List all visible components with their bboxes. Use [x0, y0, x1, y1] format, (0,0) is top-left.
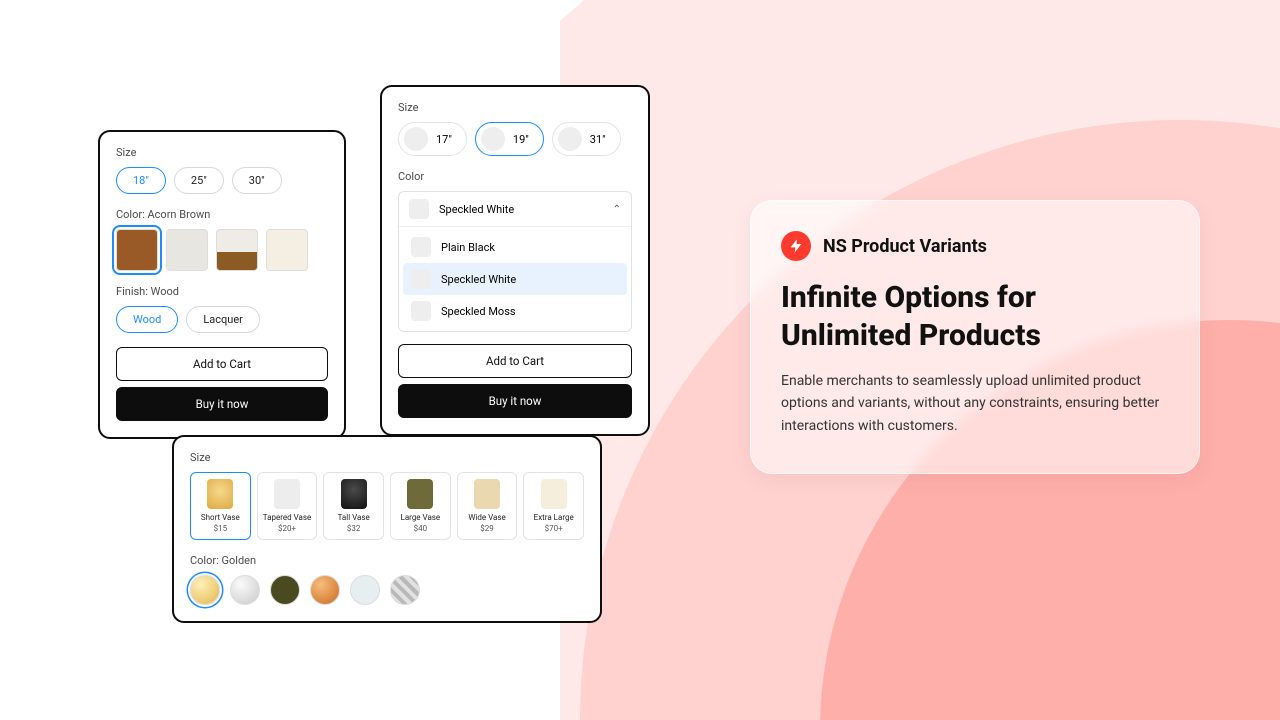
tile-extra-large[interactable]: Extra Large$70+: [523, 472, 584, 540]
finish-option-wood[interactable]: Wood: [116, 306, 178, 333]
color-thumb-icon: [409, 199, 429, 219]
color-thumb-icon: [411, 237, 431, 257]
finish-label: Finish: Wood: [116, 285, 328, 298]
color-label: Color: Golden: [190, 554, 584, 567]
finish-option-lacquer[interactable]: Lacquer: [186, 306, 260, 333]
description: Enable merchants to seamlessly upload un…: [781, 370, 1169, 437]
color-dropdown-list: Plain Black Speckled White Speckled Moss: [399, 226, 631, 331]
size-chip-19[interactable]: 19": [475, 122, 544, 156]
brand-name: NS Product Variants: [823, 236, 987, 257]
brand-logo-icon: [781, 231, 811, 261]
color-option-speckled-moss[interactable]: Speckled Moss: [403, 295, 627, 327]
variant-card-buttons: Size 18" 25" 30" Color: Acorn Brown Fini…: [98, 130, 346, 439]
tile-short-vase[interactable]: Short Vase$15: [190, 472, 251, 540]
color-circle-golden[interactable]: [190, 575, 220, 605]
color-swatch-acorn-brown[interactable]: [116, 229, 158, 271]
tile-large-vase[interactable]: Large Vase$40: [390, 472, 451, 540]
color-circle-copper[interactable]: [310, 575, 340, 605]
size-thumb-icon: [404, 127, 428, 151]
color-circle-pale[interactable]: [350, 575, 380, 605]
color-swatch-two-tone[interactable]: [216, 229, 258, 271]
size-label: Size: [116, 146, 328, 159]
vase-icon: [541, 479, 567, 509]
color-label: Color: Acorn Brown: [116, 208, 328, 221]
size-chip-17[interactable]: 17": [398, 122, 467, 156]
tile-wide-vase[interactable]: Wide Vase$29: [457, 472, 518, 540]
color-circle-silver[interactable]: [230, 575, 260, 605]
size-option-25[interactable]: 25": [174, 167, 224, 194]
color-dropdown-toggle[interactable]: Speckled White ⌃: [399, 192, 631, 226]
vase-icon: [274, 479, 300, 509]
headline: Infinite Options for Unlimited Products: [781, 279, 1169, 354]
color-label: Color: [398, 170, 632, 183]
vase-icon: [407, 479, 433, 509]
variant-card-tiles: Size Short Vase$15 Tapered Vase$20+ Tall…: [172, 435, 602, 623]
size-option-30[interactable]: 30": [232, 167, 282, 194]
color-thumb-icon: [411, 301, 431, 321]
vase-icon: [341, 479, 367, 509]
color-dropdown-value: Speckled White: [439, 203, 514, 216]
add-to-cart-button[interactable]: Add to Cart: [116, 347, 328, 381]
info-panel: NS Product Variants Infinite Options for…: [750, 200, 1200, 474]
color-circle-striped[interactable]: [390, 575, 420, 605]
size-label: Size: [398, 101, 632, 114]
size-option-18[interactable]: 18": [116, 167, 166, 194]
buy-now-button[interactable]: Buy it now: [398, 384, 632, 418]
chevron-up-icon: ⌃: [613, 204, 621, 215]
vase-icon: [207, 479, 233, 509]
tile-tapered-vase[interactable]: Tapered Vase$20+: [257, 472, 318, 540]
color-option-speckled-white[interactable]: Speckled White: [403, 263, 627, 295]
color-dropdown: Speckled White ⌃ Plain Black Speckled Wh…: [398, 191, 632, 332]
size-chip-31[interactable]: 31": [552, 122, 621, 156]
buy-now-button[interactable]: Buy it now: [116, 387, 328, 421]
color-option-plain-black[interactable]: Plain Black: [403, 231, 627, 263]
color-circle-olive[interactable]: [270, 575, 300, 605]
brand-row: NS Product Variants: [781, 231, 1169, 261]
size-label: Size: [190, 451, 584, 464]
color-swatch-cream[interactable]: [266, 229, 308, 271]
size-thumb-icon: [558, 127, 582, 151]
add-to-cart-button[interactable]: Add to Cart: [398, 344, 632, 378]
vase-icon: [474, 479, 500, 509]
color-thumb-icon: [411, 269, 431, 289]
tile-tall-vase[interactable]: Tall Vase$32: [323, 472, 384, 540]
variant-card-dropdown: Size 17" 19" 31" Color Speckled White ⌃ …: [380, 85, 650, 436]
color-swatch-light[interactable]: [166, 229, 208, 271]
size-thumb-icon: [481, 127, 505, 151]
